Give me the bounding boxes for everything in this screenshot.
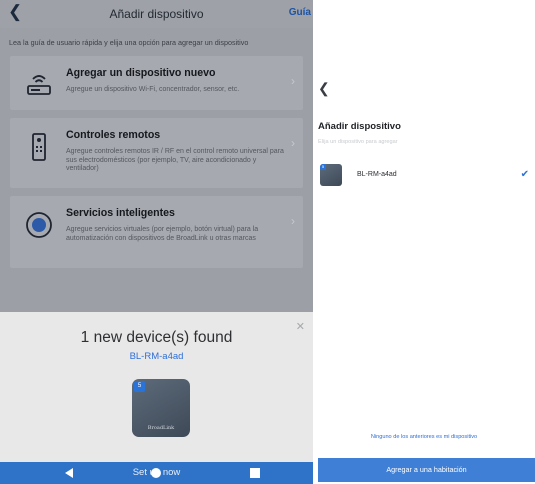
router-icon <box>27 75 51 95</box>
option-description: Agregue un dispositivo Wi-Fi, concentrad… <box>66 86 240 93</box>
option-title: Controles remotos <box>66 129 161 141</box>
left-screen: ❮ Añadir dispositivo Guía Lea la guía de… <box>0 0 313 484</box>
option-smart-services[interactable]: Servicios inteligentes Agregue servicios… <box>10 196 303 268</box>
nav-recent-icon[interactable] <box>250 468 260 478</box>
option-description: Agregue controles remotos IR / RF en el … <box>66 148 284 172</box>
smart-service-icon <box>26 212 52 238</box>
app-header: ❮ Añadir dispositivo Guía <box>0 0 313 28</box>
found-title: 1 new device(s) found <box>80 329 233 346</box>
device-found-panel: ✕ 1 new device(s) found BL-RM-a4ad 5 Bro… <box>0 312 313 462</box>
brand-logo: BroadLink <box>147 425 175 431</box>
device-thumbnail[interactable]: 5 BroadLink <box>132 379 190 437</box>
device-list-item[interactable]: 5 BL-RM-a4ad ✔ <box>318 164 530 192</box>
option-title: Agregar un dispositivo nuevo <box>66 67 216 79</box>
device-badge: 5 <box>134 381 145 392</box>
option-add-new-device[interactable]: Agregar un dispositivo nuevo Agregue un … <box>10 56 303 110</box>
chevron-right-icon: › <box>291 214 295 228</box>
device-name: BL-RM-a4ad <box>357 171 397 178</box>
remote-control-icon <box>32 133 46 161</box>
check-icon: ✔ <box>520 169 529 180</box>
back-icon[interactable]: ❮ <box>318 80 330 97</box>
right-screen: ❮ Añadir dispositivo Elija un dispositiv… <box>313 0 535 484</box>
none-of-above-link[interactable]: Ninguno de los anteriores es mi disposit… <box>313 434 535 440</box>
guide-link[interactable]: Guía <box>289 7 311 18</box>
option-title: Servicios inteligentes <box>66 207 175 219</box>
chevron-right-icon: › <box>291 74 295 88</box>
device-badge: 5 <box>320 164 326 170</box>
instruction-text: Lea la guía de usuario rápida y elija un… <box>9 38 249 47</box>
page-title: Añadir dispositivo <box>318 121 401 132</box>
add-to-room-button[interactable]: Agregar a una habitación <box>318 458 535 482</box>
page-title: Añadir dispositivo <box>109 7 204 21</box>
found-device-name: BL-RM-a4ad <box>129 351 184 362</box>
chevron-right-icon: › <box>291 136 295 150</box>
setup-bar: Set up now <box>0 462 313 484</box>
option-description: Agregue servicios virtuales (por ejemplo… <box>66 226 259 242</box>
page-subtitle: Elija un dispositivo para agregar <box>318 139 398 145</box>
option-remote-controls[interactable]: Controles remotos Agregue controles remo… <box>10 118 303 188</box>
nav-back-icon[interactable] <box>65 468 73 478</box>
nav-home-icon[interactable] <box>151 468 161 478</box>
device-thumbnail: 5 <box>320 164 342 186</box>
